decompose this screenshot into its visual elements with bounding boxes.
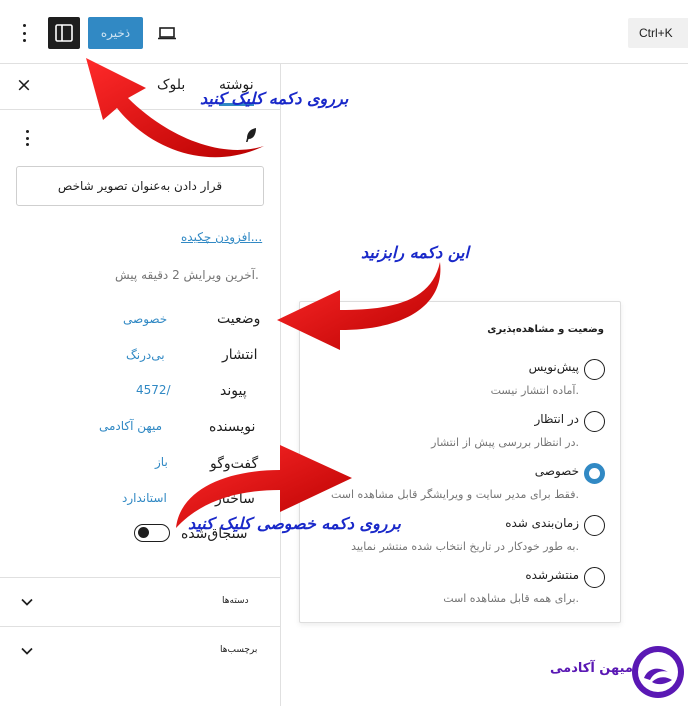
toggle-knob [138,527,149,538]
template-label: ساختار [215,491,255,507]
author-label: نویسنده [209,419,256,435]
option-draft[interactable]: پیش‌نویس آماده انتشار نیست. [300,359,622,409]
close-icon[interactable]: × [16,76,32,95]
link-value[interactable]: 4572/ [136,383,171,397]
option-desc: در انتظار بررسی پیش از انتشار. [431,436,579,449]
radio-pending[interactable] [584,411,605,432]
option-desc: فقط برای مدیر سایت و ویرایشگر قابل مشاهد… [330,488,579,501]
discussion-label: گفت‌وگو [210,456,259,472]
link-label: پیوند [220,383,247,399]
option-label: خصوصی [534,464,579,478]
radio-private[interactable] [584,463,605,484]
tab-block[interactable]: بلوک [157,77,185,93]
radio-draft[interactable] [584,359,605,380]
feather-icon [244,127,258,143]
option-label: زمان‌بندی شده [505,516,579,530]
option-desc: برای همه قابل مشاهده است. [443,592,579,605]
chevron-down-icon [20,643,34,657]
template-value[interactable]: استاندارد [122,491,167,505]
publish-label: انتشار [222,347,258,363]
editor-toolbar: ذخیره Ctrl+K [0,0,688,64]
option-private[interactable]: خصوصی فقط برای مدیر سایت و ویرایشگر قابل… [300,463,622,513]
save-button[interactable]: ذخیره [88,17,143,49]
brand-logo-icon [630,644,686,700]
more-options-icon[interactable] [14,22,34,44]
brand-name: میهن آکادمی [550,661,633,676]
author-value[interactable]: میهن آکادمی [99,419,162,433]
tags-panel[interactable]: برچسب‌ها [0,626,281,676]
publish-value[interactable]: بی‌درنگ [126,348,165,362]
option-label: در انتظار [534,412,579,426]
status-value[interactable]: خصوصی [123,312,167,326]
annotation-click-private: برروی دکمه خصوصی کلیک کنید [188,514,401,533]
panel-title: برچسب‌ها [220,645,258,655]
option-published[interactable]: منتشرشده برای همه قابل مشاهده است. [300,567,622,617]
visibility-popover: وضعیت و مشاهده‌پذیری پیش‌نویس آماده انتش… [299,301,621,623]
settings-panel-toggle-button[interactable] [48,17,80,49]
option-label: پیش‌نویس [528,360,579,374]
last-edited-text: آخرین ویرایش 2 دقیقه پیش. [115,268,259,282]
option-pending[interactable]: در انتظار در انتظار بررسی پیش از انتشار. [300,411,622,461]
sidebar-toggle-icon [55,24,73,42]
chevron-down-icon [20,594,34,608]
option-desc: آماده انتشار نیست. [490,384,579,397]
categories-panel[interactable]: دسته‌ها [0,577,281,627]
annotation-press-button: این دکمه رابزنید [361,243,469,262]
radio-published[interactable] [584,567,605,588]
add-excerpt-link[interactable]: افزودن چکیده... [181,230,262,244]
radio-scheduled[interactable] [584,515,605,536]
discussion-value[interactable]: باز [155,455,168,469]
sticky-toggle[interactable] [134,524,170,542]
desktop-preview-icon[interactable] [157,25,177,41]
option-desc: به طور خودکار در تاریخ انتخاب شده منتشر … [351,540,579,553]
option-label: منتشرشده [525,568,579,582]
command-palette-shortcut[interactable]: Ctrl+K [628,18,688,48]
annotation-click-button: برروی دکمه کلیک کنید [200,89,349,108]
popover-title: وضعیت و مشاهده‌پذیری [487,324,604,335]
post-actions-icon[interactable] [26,130,30,146]
set-featured-image-button[interactable]: قرار دادن به‌عنوان تصویر شاخص [16,166,264,206]
settings-sidebar: × بلوک نوشته قرار دادن به‌عنوان تصویر شا… [0,64,281,706]
status-label: وضعیت [217,311,261,327]
panel-title: دسته‌ها [222,596,249,606]
